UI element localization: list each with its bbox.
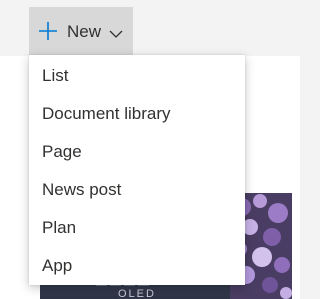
menu-item-app[interactable]: App xyxy=(29,247,245,285)
plus-icon xyxy=(38,21,58,41)
menu-item-plan[interactable]: Plan xyxy=(29,209,245,247)
chevron-down-icon xyxy=(109,26,123,38)
new-button[interactable]: New xyxy=(29,7,133,55)
menu-item-document-library[interactable]: Document library xyxy=(29,95,245,133)
new-button-label: New xyxy=(67,22,102,41)
menu-item-news-post[interactable]: News post xyxy=(29,171,245,209)
command-bar: New xyxy=(0,0,300,56)
new-dropdown-menu: List Document library Page News post Pla… xyxy=(29,55,245,285)
hero-caption: OLED xyxy=(118,288,156,299)
menu-item-list[interactable]: List xyxy=(29,57,245,95)
menu-item-page[interactable]: Page xyxy=(29,133,245,171)
